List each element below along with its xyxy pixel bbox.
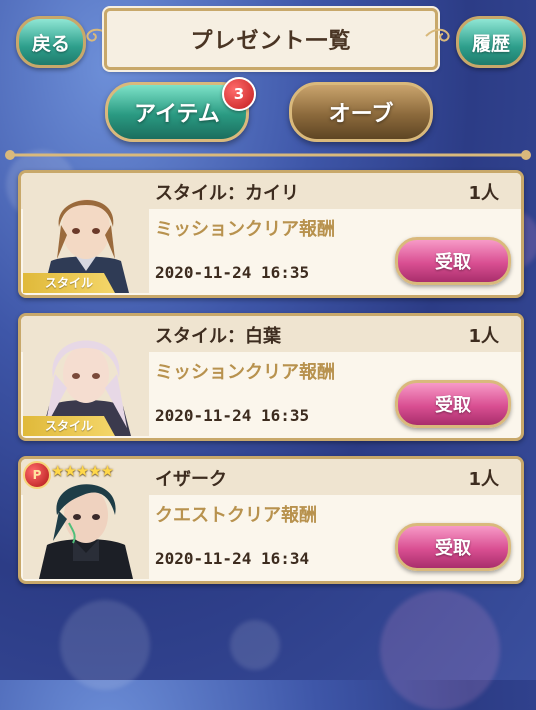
bokeh-light — [60, 600, 150, 690]
present-source: ミッションクリア報酬 — [155, 219, 335, 240]
present-source: ミッションクリア報酬 — [155, 362, 335, 383]
present-name: スタイル：白葉 — [155, 326, 281, 347]
present-source: クエストクリア報酬 — [155, 505, 317, 526]
history-button[interactable]: 履歴 — [456, 16, 526, 68]
receive-button[interactable]: 受取 — [395, 523, 511, 571]
present-name: スタイル：カイリ — [155, 183, 299, 204]
bokeh-light — [230, 620, 280, 670]
tab-orbs[interactable]: オーブ — [289, 82, 433, 142]
unread-count-badge: 3 — [222, 77, 256, 111]
present-list-item: P ★★★★★ イザーク 1人 クエストクリア報酬 2020-11-24 16:… — [18, 456, 524, 584]
present-date: 2020-11-24 16:35 — [155, 263, 310, 282]
present-list-item: スタイル スタイル：白葉 1人 ミッションクリア報酬 2020-11-24 16… — [18, 313, 524, 441]
section-divider — [5, 150, 531, 160]
page-title: プレゼント一覧 — [104, 8, 438, 70]
present-quantity: 1人 — [468, 326, 499, 347]
receive-button[interactable]: 受取 — [395, 237, 511, 285]
present-quantity: 1人 — [468, 469, 499, 490]
bokeh-light — [380, 590, 500, 710]
back-button[interactable]: 戻る — [16, 16, 86, 68]
present-quantity: 1人 — [468, 183, 499, 204]
flourish-right-ornament — [425, 28, 450, 42]
style-tag: スタイル — [23, 416, 115, 436]
present-date: 2020-11-24 16:34 — [155, 549, 310, 568]
present-name: イザーク — [155, 469, 227, 490]
receive-button[interactable]: 受取 — [395, 380, 511, 428]
style-tag: スタイル — [23, 273, 115, 293]
present-list-item: スタイル スタイル：カイリ 1人 ミッションクリア報酬 2020-11-24 1… — [18, 170, 524, 298]
star-rating-icon: ★★★★★ — [51, 462, 114, 480]
rarity-icon: P — [23, 461, 51, 489]
present-date: 2020-11-24 16:35 — [155, 406, 310, 425]
